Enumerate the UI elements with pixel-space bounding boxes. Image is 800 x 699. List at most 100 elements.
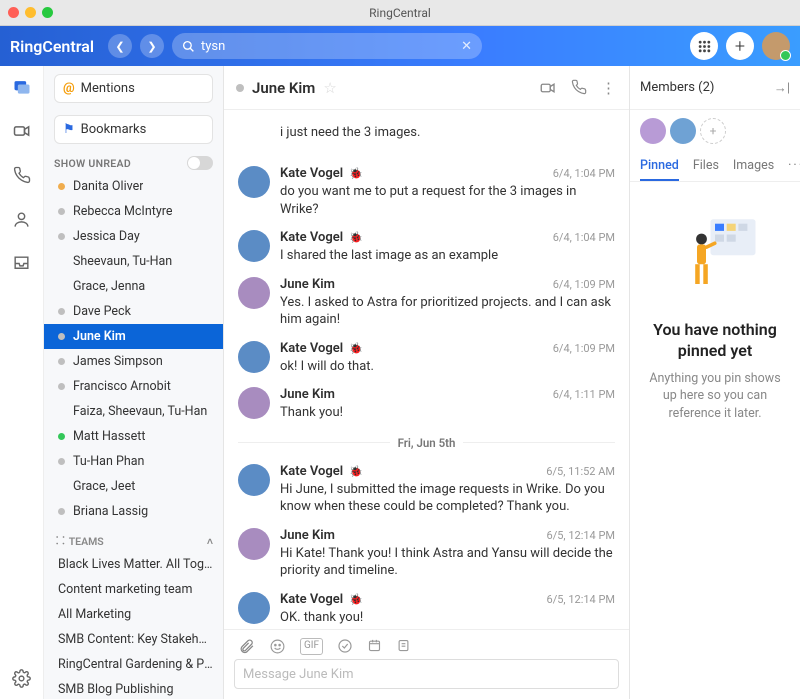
unread-toggle[interactable] [187, 156, 213, 170]
sidebar: @Mentions ⚑Bookmarks SHOW UNREAD Danita … [44, 66, 224, 699]
bookmarks-button[interactable]: ⚑Bookmarks [54, 115, 213, 144]
team-row[interactable]: RingCentral Gardening & Plant ... [44, 652, 223, 677]
team-row[interactable]: SMB Blog Publishing [44, 677, 223, 699]
search-input[interactable] [201, 39, 461, 54]
contact-row[interactable]: Dave Peck [44, 299, 223, 324]
date-divider: Fri, Jun 5th [224, 428, 629, 458]
message-row: June Kim6/4, 1:11 PMThank you! [224, 381, 629, 428]
window-title: RingCentral [369, 6, 431, 20]
team-row[interactable]: All Marketing [44, 602, 223, 627]
rail-inbox-icon[interactable] [11, 252, 33, 274]
rail-video-icon[interactable] [11, 120, 33, 142]
teams-icon: ⸬ [56, 534, 65, 548]
members-label: Members (2) [640, 80, 714, 95]
message-avatar[interactable] [238, 166, 270, 198]
rail-phone-icon[interactable] [11, 164, 33, 186]
team-row[interactable]: Black Lives Matter. All Togethe... [44, 552, 223, 577]
nav-back-button[interactable]: ❮ [108, 34, 132, 58]
contact-row[interactable]: Faiza, Sheevaun, Tu-Han [44, 399, 223, 424]
chat-name: June Kim [252, 79, 315, 97]
rail-settings-icon[interactable] [11, 667, 33, 689]
rail-messages-icon[interactable] [11, 76, 33, 98]
presence-dot-icon [236, 84, 244, 92]
message-avatar[interactable] [238, 341, 270, 373]
add-member-button[interactable]: + [700, 118, 726, 144]
contact-row[interactable]: June Kim [44, 324, 223, 349]
right-panel: Members (2) →| + Pinned Files Images ···… [630, 66, 800, 699]
contact-row[interactable]: Briana Lassig [44, 499, 223, 524]
new-action-button[interactable]: + [726, 32, 754, 60]
message-row: Kate Vogel🐞6/5, 12:14 PMOK. thank you! [224, 586, 629, 629]
contact-row[interactable]: Tu-Han Phan [44, 449, 223, 474]
app-header: RingCentral ❮ ❯ ✕ + [0, 26, 800, 66]
maximize-window-icon[interactable] [42, 7, 53, 18]
message-input-wrapper[interactable] [234, 659, 619, 689]
composer: GIF [224, 629, 629, 699]
phone-call-button[interactable] [571, 79, 587, 97]
message-row: Kate Vogel🐞6/4, 1:09 PMok! I will do tha… [224, 335, 629, 382]
nav-forward-button[interactable]: ❯ [140, 34, 164, 58]
message-avatar[interactable] [238, 230, 270, 262]
more-icon[interactable]: ⋮ [601, 79, 617, 97]
note-icon[interactable] [396, 638, 411, 655]
teams-section-header[interactable]: ⸬TEAMS ˄ [44, 524, 223, 552]
member-avatar[interactable] [640, 118, 666, 144]
mentions-button[interactable]: @Mentions [54, 74, 213, 103]
message-input[interactable] [243, 667, 610, 682]
team-row[interactable]: Content marketing team [44, 577, 223, 602]
message-avatar[interactable] [238, 528, 270, 560]
search-bar[interactable]: ✕ [172, 33, 482, 59]
event-icon[interactable] [367, 638, 382, 655]
chat-header: June Kim ☆ ⋮ [224, 66, 629, 110]
tab-files[interactable]: Files [693, 152, 719, 181]
chat-panel: June Kim ☆ ⋮ i just need the 3 images.Ka… [224, 66, 630, 699]
tab-images[interactable]: Images [733, 152, 774, 181]
unread-section-header: SHOW UNREAD [44, 148, 223, 174]
profile-avatar[interactable] [762, 32, 790, 60]
bookmark-icon: ⚑ [63, 122, 75, 137]
contact-row[interactable]: Sheevaun, Tu-Han [44, 249, 223, 274]
message-avatar[interactable] [238, 464, 270, 496]
message-list: i just need the 3 images.Kate Vogel🐞6/4,… [224, 110, 629, 629]
empty-illustration [670, 212, 760, 302]
message-row: Kate Vogel🐞6/4, 1:04 PMdo you want me to… [224, 160, 629, 224]
search-icon [182, 40, 195, 53]
contact-row[interactable]: James Simpson [44, 349, 223, 374]
message-row: June Kim6/4, 1:09 PMYes. I asked to Astr… [224, 271, 629, 335]
gif-icon[interactable]: GIF [300, 638, 323, 655]
team-row[interactable]: SMB Content: Key Stakeholder... [44, 627, 223, 652]
task-icon[interactable] [337, 638, 353, 655]
empty-text: Anything you pin shows up here so you ca… [644, 370, 786, 423]
right-tabs: Pinned Files Images ··· [630, 152, 800, 182]
clear-search-icon[interactable]: ✕ [461, 39, 472, 54]
message-avatar[interactable] [238, 387, 270, 419]
empty-pinned-state: You have nothing pinned yet Anything you… [630, 182, 800, 699]
close-window-icon[interactable] [8, 7, 19, 18]
tabs-more-icon[interactable]: ··· [788, 152, 800, 181]
message-row: Kate Vogel🐞6/5, 11:52 AMHi June, I submi… [224, 458, 629, 522]
contact-row[interactable]: Jessica Day [44, 224, 223, 249]
nav-rail [0, 66, 44, 699]
rail-contacts-icon[interactable] [11, 208, 33, 230]
empty-title: You have nothing pinned yet [644, 320, 786, 362]
member-avatar[interactable] [670, 118, 696, 144]
emoji-icon[interactable] [269, 638, 286, 655]
message-row: Kate Vogel🐞6/4, 1:04 PMI shared the last… [224, 224, 629, 271]
dialpad-button[interactable] [690, 32, 718, 60]
contact-row[interactable]: Matt Hassett [44, 424, 223, 449]
contact-row[interactable]: Grace, Jeet [44, 474, 223, 499]
minimize-window-icon[interactable] [25, 7, 36, 18]
contact-row[interactable]: Rebecca McIntyre [44, 199, 223, 224]
message-avatar[interactable] [238, 592, 270, 624]
message-avatar[interactable] [238, 277, 270, 309]
favorite-icon[interactable]: ☆ [323, 79, 336, 97]
attach-icon[interactable] [238, 638, 255, 655]
tab-pinned[interactable]: Pinned [640, 152, 679, 181]
contact-row[interactable]: Danita Oliver [44, 174, 223, 199]
contact-row[interactable]: Grace, Jenna [44, 274, 223, 299]
window-titlebar: RingCentral [0, 0, 800, 26]
video-call-button[interactable] [539, 79, 557, 97]
contact-row[interactable]: Francisco Arnobit [44, 374, 223, 399]
collapse-panel-icon[interactable]: →| [774, 80, 790, 96]
message-row: i just need the 3 images. [224, 116, 629, 160]
